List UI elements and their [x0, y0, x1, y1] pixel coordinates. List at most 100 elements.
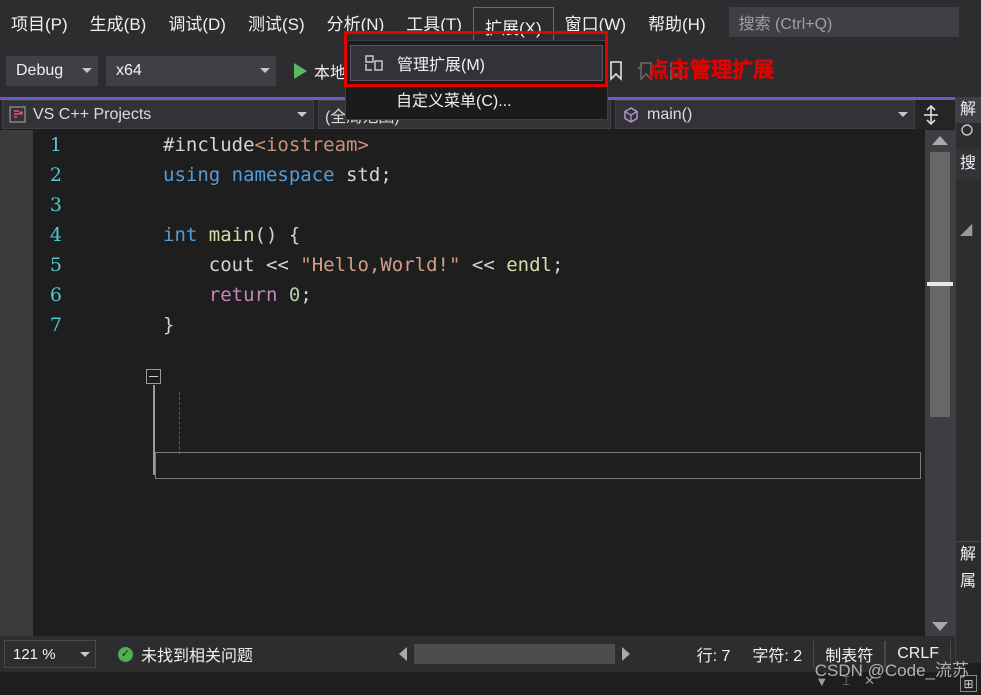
editor-vertical-scrollbar[interactable]	[925, 130, 955, 636]
check-circle-icon: ✓	[118, 646, 133, 662]
solution-explorer-panel[interactable]: 解 搜 ◢ 解 属	[955, 97, 981, 663]
line-indicator: 行: 7	[696, 648, 731, 665]
code-line[interactable]: 4 int main() {	[33, 220, 955, 250]
code-line-text: return 0;	[163, 284, 312, 306]
project-name: VS C++ Projects	[33, 105, 152, 123]
code-editor[interactable]: 1 #include<iostream> 2 using namespace std;…	[0, 130, 955, 636]
solution-explorer-toolbar-icon[interactable]	[956, 123, 981, 149]
menu-bar: 项目(P) 生成(B) 调试(D) 测试(S) 分析(N) 工具(T) 扩展(X…	[0, 0, 981, 44]
member-value: main()	[647, 105, 693, 123]
code-token: using	[163, 164, 221, 186]
code-token: ;	[300, 284, 312, 306]
editor-horizontal-scrollbar[interactable]	[392, 641, 637, 667]
code-token: main	[208, 224, 255, 246]
indent-guide	[179, 392, 180, 454]
line-number: 3	[49, 194, 62, 216]
menu-item-customize-menu[interactable]: 自定义菜单(C)...	[346, 81, 607, 117]
code-token: <<	[254, 254, 301, 276]
code-token: }	[163, 314, 175, 336]
code-line[interactable]: 1 #include<iostream>	[33, 130, 955, 160]
problems-status[interactable]: ✓ 未找到相关问题	[118, 642, 253, 666]
platform-dropdown[interactable]: x64	[106, 55, 276, 86]
code-token: ;	[551, 254, 564, 276]
manage-extensions-label: 管理扩展(M)	[397, 57, 485, 74]
cpp-project-icon	[9, 106, 26, 123]
code-line-text: cout << "Hello,World!" << endl;	[163, 254, 564, 276]
menu-test[interactable]: 测试(S)	[237, 0, 316, 44]
menu-analyze[interactable]: 分析(N)	[316, 0, 396, 44]
scroll-up-arrow[interactable]	[925, 130, 955, 150]
scrollbar-caret-marker	[927, 282, 953, 286]
code-line-text: int main() {	[163, 224, 300, 246]
code-token: <iostream>	[254, 134, 369, 156]
start-debug-label: 本地	[314, 64, 347, 82]
project-dropdown[interactable]: VS C++ Projects	[2, 100, 314, 129]
chevron-down-icon	[82, 68, 92, 73]
properties-panel-title: 属	[960, 573, 977, 590]
code-token: () {	[254, 224, 301, 246]
problems-status-label: 未找到相关问题	[141, 648, 254, 665]
manage-extensions-icon	[361, 52, 387, 74]
method-cube-icon	[622, 106, 640, 124]
start-debug-button[interactable]: 本地	[294, 59, 346, 83]
code-line[interactable]: 7}	[33, 310, 955, 340]
extensions-dropdown-menu: 管理扩展(M) 自定义菜单(C)...	[345, 40, 608, 120]
configuration-dropdown[interactable]: Debug	[6, 55, 98, 86]
line-number: 2	[49, 164, 62, 186]
scroll-right-arrow[interactable]	[615, 641, 637, 667]
column-indicator: 字符: 2	[752, 648, 803, 665]
menu-tools[interactable]: 工具(T)	[395, 0, 473, 44]
code-token: return	[208, 284, 278, 306]
configuration-value: Debug	[16, 61, 64, 79]
code-token: <<	[460, 254, 507, 276]
customize-menu-label: 自定义菜单(C)...	[396, 93, 512, 110]
search-input[interactable]: 搜索 (Ctrl+Q)	[728, 7, 959, 37]
chevron-down-icon	[297, 112, 307, 117]
line-number: 1	[49, 134, 62, 156]
menu-window[interactable]: 窗口(W)	[554, 0, 637, 44]
solution-search-input[interactable]: 搜	[956, 149, 981, 179]
platform-value: x64	[116, 61, 142, 79]
zoom-level-dropdown[interactable]: 121 %	[4, 640, 96, 668]
code-line[interactable]: 6 return 0;	[33, 280, 955, 310]
code-token: #include	[163, 134, 255, 156]
watermark: CSDN @Code_流苏	[814, 661, 969, 680]
solution-tree[interactable]	[956, 241, 981, 541]
code-line[interactable]: 2 using namespace std;	[33, 160, 955, 190]
code-line-text: using namespace std;	[163, 164, 392, 186]
menu-project[interactable]: 项目(P)	[0, 0, 79, 44]
menu-build[interactable]: 生成(B)	[79, 0, 158, 44]
hscroll-thumb[interactable]	[414, 644, 615, 664]
code-token: int	[163, 224, 198, 246]
scroll-down-arrow[interactable]	[925, 616, 955, 636]
menu-item-manage-extensions[interactable]: 管理扩展(M)	[350, 45, 603, 81]
member-dropdown[interactable]: main()	[615, 100, 915, 129]
menu-extensions[interactable]: 扩展(X)	[472, 7, 554, 44]
solution-tree-item[interactable]: ◢	[956, 219, 981, 241]
split-editor-icon[interactable]	[917, 100, 945, 129]
fold-collapse-icon[interactable]	[146, 369, 161, 384]
line-number: 7	[49, 314, 62, 336]
chevron-down-icon	[898, 112, 908, 117]
chevron-down-icon	[260, 68, 270, 73]
code-line[interactable]: 3	[33, 190, 955, 220]
scroll-left-arrow[interactable]	[392, 641, 414, 667]
code-text-area[interactable]: 1 #include<iostream> 2 using namespace std;…	[33, 130, 955, 636]
visual-studio-window: 项目(P) 生成(B) 调试(D) 测试(S) 分析(N) 工具(T) 扩展(X…	[0, 0, 981, 695]
code-token: namespace	[231, 164, 335, 186]
menu-help[interactable]: 帮助(H)	[637, 0, 717, 44]
menu-debug[interactable]: 调试(D)	[157, 0, 237, 44]
chevron-down-icon	[80, 651, 90, 657]
annotation-click-manage-extensions: 点击管理扩展	[648, 59, 774, 82]
code-line[interactable]: 5 cout << "Hello,World!" << endl;	[33, 250, 955, 280]
code-line-text: #include<iostream>	[163, 134, 369, 156]
solution-explorer-tab[interactable]: 解	[956, 541, 981, 567]
line-number: 5	[49, 254, 62, 276]
hscroll-track[interactable]	[414, 644, 615, 664]
code-token: std;	[334, 164, 392, 186]
code-token: endl	[506, 254, 552, 276]
